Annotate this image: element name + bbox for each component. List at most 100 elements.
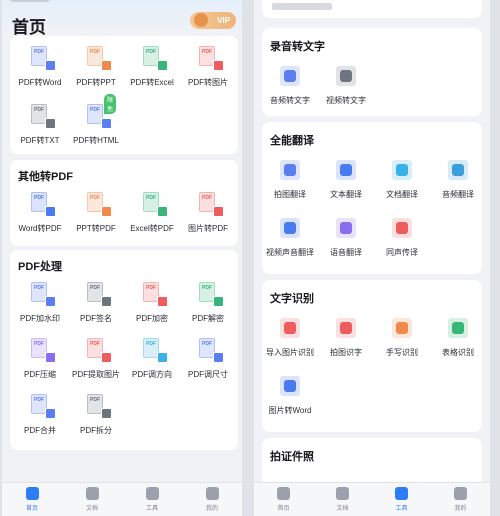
pdf-convert-card: PDF PDF转Word PDF PDF转PPT PDF PDF转Excel PDF PDF转… — [10, 36, 238, 154]
tool-label: 导入图片识别 — [266, 348, 314, 357]
tool-tile[interactable]: PDF PDF提取图片 — [68, 338, 124, 380]
handwriting-icon — [390, 316, 414, 340]
tab-item[interactable]: 文档 — [313, 483, 372, 516]
tool-tile[interactable]: PDF PDF签名 — [68, 282, 124, 324]
tab-item[interactable]: 首页 — [2, 483, 62, 516]
pdf-to-txt-icon: PDF — [28, 104, 56, 129]
tab-item[interactable]: 我的 — [182, 483, 242, 516]
watermark-icon: PDF — [28, 282, 56, 307]
tool-tile[interactable]: PDF PDF调方向 — [124, 338, 180, 380]
tool-tile[interactable]: PDF PDF加密 — [124, 282, 180, 324]
pdf-process-card: PDF处理 PDF PDF加水印 PDF PDF签名 PDF PDF加密 PDF PDF解密 P… — [10, 250, 238, 450]
audio-to-text-icon — [278, 64, 302, 88]
tool-tile[interactable]: 视频声音翻译 — [262, 216, 318, 258]
folder-icon — [336, 487, 349, 500]
video-to-text-icon — [334, 64, 358, 88]
ppt-to-pdf-icon: PDF — [84, 192, 112, 217]
tab-item[interactable]: 首页 — [254, 483, 313, 516]
tool-tile[interactable]: 文本翻译 — [318, 158, 374, 200]
previous-card-remnant — [262, 0, 482, 18]
pdf-to-word-icon: PDF — [28, 46, 56, 71]
tool-tile[interactable]: PDF PDF压缩 — [12, 338, 68, 380]
tool-tile[interactable]: PDF PPT转PDF — [68, 192, 124, 234]
tool-label: Word转PDF — [18, 224, 62, 233]
tool-tile[interactable]: PDF PDF合并 — [12, 394, 68, 436]
free-tag: 限免 — [104, 94, 117, 114]
tool-tile[interactable]: 语音翻译 — [318, 216, 374, 258]
home-screen: 首页 VIP PDF PDF转Word PDF PDF转PPT PDF PDF转Excel… — [2, 0, 242, 516]
tool-tile[interactable]: 同声传译 — [374, 216, 430, 258]
section-title: PDF处理 — [18, 261, 62, 273]
tool-tile[interactable]: 音频翻译 — [430, 158, 486, 200]
tool-tile[interactable]: PDF Word转PDF — [12, 192, 68, 234]
video-translate-icon — [278, 216, 302, 240]
tab-item[interactable]: 我的 — [431, 483, 490, 516]
tool-tile[interactable]: 手写识别 — [374, 316, 430, 358]
tool-label: PDF加密 — [136, 314, 168, 323]
pdf-to-excel-icon: PDF — [140, 46, 168, 71]
tool-label: Excel转PDF — [130, 224, 174, 233]
tab-label: 首页 — [25, 506, 38, 512]
toolbox-icon — [145, 487, 159, 500]
tools-screen: 录音转文字 音频转文字 视频转文字 全能翻译 拍图翻译 文本翻译 文档翻译 音频翻译视频… — [254, 0, 490, 516]
tool-tile[interactable]: PDF PDF转图片 — [180, 46, 236, 88]
tab-item[interactable]: 工具 — [372, 483, 431, 516]
import-image-ocr-icon — [278, 316, 302, 340]
tool-tile[interactable]: 表格识别 — [430, 316, 486, 358]
tool-tile[interactable]: PDF PDF调尺寸 — [180, 338, 236, 380]
tool-tile[interactable]: PDF PDF转PPT — [68, 46, 124, 88]
tool-label: PDF签名 — [80, 314, 112, 323]
tool-label: PDF转PPT — [76, 78, 116, 87]
tool-tile[interactable]: 拍图翻译 — [262, 158, 318, 200]
tool-tile[interactable]: 视频转文字 — [318, 64, 374, 106]
tab-label: 工具 — [145, 506, 158, 512]
section-title: 全能翻译 — [270, 135, 314, 147]
tool-tile[interactable]: PDF PDF解密 — [180, 282, 236, 324]
lock-icon: PDF — [140, 282, 168, 307]
tool-tile[interactable]: PDF PDF加水印 — [12, 282, 68, 324]
tool-label: 语音翻译 — [330, 248, 362, 257]
tool-tile[interactable]: PDF PDF转Word — [12, 46, 68, 88]
image-to-pdf-icon: PDF — [196, 192, 224, 217]
tool-label: 视频声音翻译 — [266, 248, 314, 257]
tab-item[interactable]: 文档 — [62, 483, 122, 516]
tool-tile[interactable]: 图片转Word — [262, 374, 318, 416]
tool-tile[interactable]: PDF PDF转Excel — [124, 46, 180, 88]
compress-icon: PDF — [28, 338, 56, 363]
tool-tile[interactable]: PDF PDF拆分 — [68, 394, 124, 436]
tool-tile[interactable]: 文档翻译 — [374, 158, 430, 200]
image-to-word-icon — [278, 374, 302, 398]
excel-to-pdf-icon: PDF — [140, 192, 168, 217]
resize-icon: PDF — [196, 338, 224, 363]
tool-tile[interactable]: 导入图片识别 — [262, 316, 318, 358]
tool-label: PPT转PDF — [76, 224, 116, 233]
pdf-to-ppt-icon: PDF — [84, 46, 112, 71]
user-icon — [454, 487, 467, 500]
tool-label: PDF合并 — [24, 426, 56, 435]
tool-tile[interactable]: PDF 限免 PDF转HTML — [68, 94, 124, 146]
tool-label: 视频转文字 — [326, 96, 366, 105]
tool-label: PDF拆分 — [80, 426, 112, 435]
tab-item[interactable]: 工具 — [122, 483, 182, 516]
tool-tile[interactable]: PDF 图片转PDF — [180, 192, 236, 234]
section-title: 录音转文字 — [270, 41, 325, 53]
merge-icon: PDF — [28, 394, 56, 419]
vip-button[interactable]: VIP — [190, 12, 236, 29]
user-icon — [205, 487, 219, 500]
tool-tile[interactable]: PDF PDF转TXT — [12, 104, 68, 146]
tool-tile[interactable]: 音频转文字 — [262, 64, 318, 106]
tool-label: PDF调尺寸 — [188, 370, 228, 379]
status-bar-remnant — [10, 0, 50, 2]
tool-label: 拍图识字 — [330, 348, 362, 357]
tool-tile[interactable]: 拍图识字 — [318, 316, 374, 358]
tool-label: 音频翻译 — [442, 190, 474, 199]
tool-label: PDF转Excel — [130, 78, 174, 87]
home-icon — [277, 487, 290, 500]
tab-label: 首页 — [277, 506, 290, 512]
tool-tile[interactable]: PDF Excel转PDF — [124, 192, 180, 234]
unlock-icon: PDF — [196, 282, 224, 307]
tab-label: 文档 — [85, 506, 98, 512]
tool-label: 图片转PDF — [188, 224, 228, 233]
signature-icon: PDF — [84, 282, 112, 307]
camera-translate-icon — [278, 158, 302, 182]
